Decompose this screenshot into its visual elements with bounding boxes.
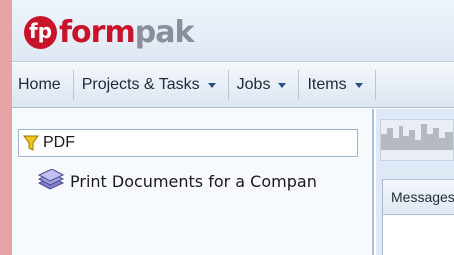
nav-projects-tasks[interactable]: Projects & Tasks xyxy=(74,70,229,100)
preview-thumbnail[interactable] xyxy=(380,119,454,161)
logo-mark-icon: fp xyxy=(24,15,57,49)
main-nav: Home Projects & Tasks Jobs Items xyxy=(12,63,454,108)
filter-value: PDF xyxy=(43,134,75,151)
nav-items[interactable]: Items xyxy=(299,70,376,100)
messages-content xyxy=(382,215,454,255)
nav-items-label: Items xyxy=(307,76,347,93)
tab-messages-label: Messages xyxy=(391,189,454,205)
formpak-logo[interactable]: fp form pak xyxy=(24,12,195,52)
nav-home-label: Home xyxy=(18,76,61,93)
filter-input[interactable]: PDF xyxy=(18,129,358,157)
nav-jobs[interactable]: Jobs xyxy=(229,70,300,100)
nav-home[interactable]: Home xyxy=(12,70,74,100)
app-header: fp form pak xyxy=(12,0,454,62)
tree-item-print-documents[interactable]: Print Documents for a Compan xyxy=(36,169,317,193)
chevron-down-icon xyxy=(278,82,287,88)
logo-text-form: form xyxy=(59,14,136,50)
skyline-preview-icon xyxy=(381,124,453,150)
detail-panel: Messages xyxy=(376,109,454,255)
tab-messages[interactable]: Messages xyxy=(382,179,454,215)
logo-text-pak: pak xyxy=(134,14,195,50)
filter-funnel-icon xyxy=(23,135,39,151)
app-window: fp form pak Home Projects & Tasks Jobs It… xyxy=(12,0,454,255)
tree-item-label: Print Documents for a Compan xyxy=(70,171,317,191)
tree-panel: PDF Print Documents for a Compan xyxy=(12,109,374,255)
chevron-down-icon xyxy=(207,82,216,88)
chevron-down-icon xyxy=(354,82,363,88)
document-stack-icon xyxy=(37,169,65,190)
nav-projects-tasks-label: Projects & Tasks xyxy=(81,76,200,93)
nav-jobs-label: Jobs xyxy=(236,76,271,93)
